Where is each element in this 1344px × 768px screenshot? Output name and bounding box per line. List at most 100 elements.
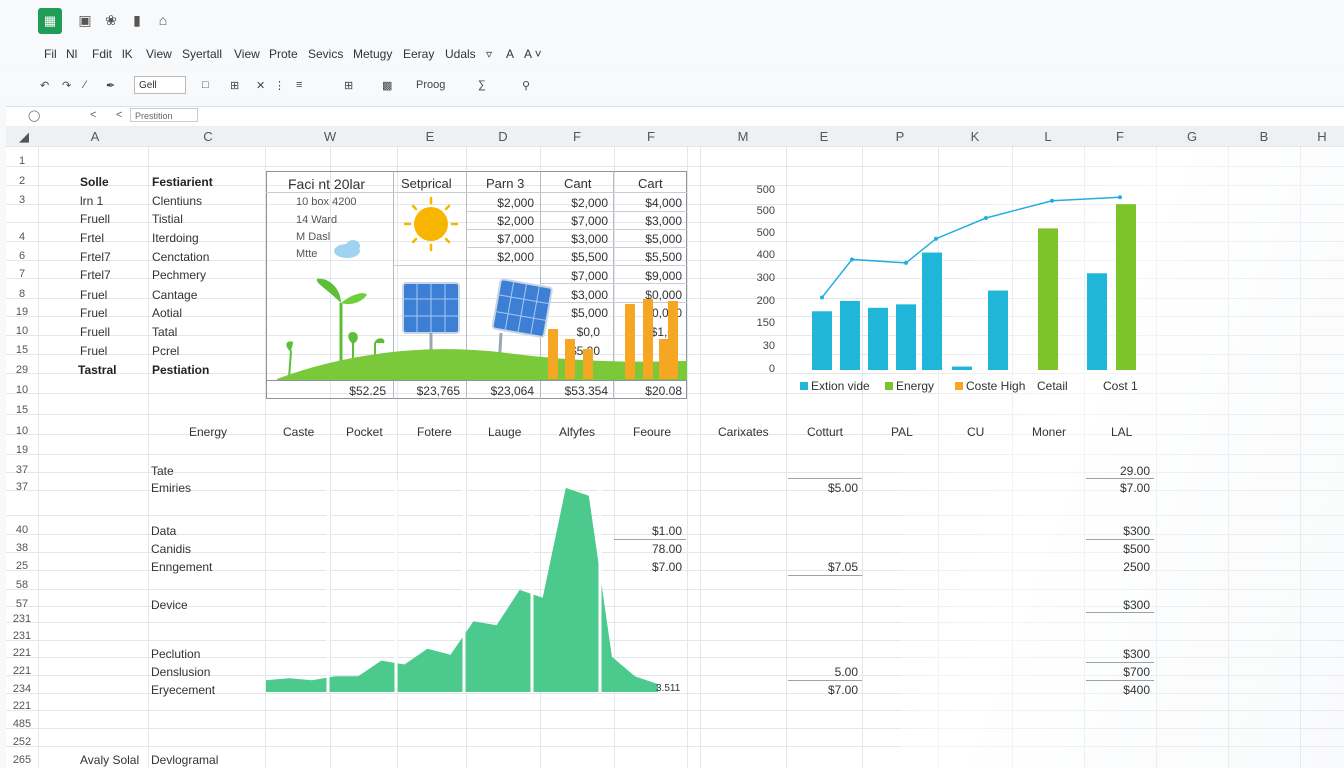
col-header-f2[interactable]: F [614,129,688,144]
cell-c-lower[interactable]: Enngement [151,560,212,574]
search-icon[interactable]: ⚲ [522,79,530,92]
cell-c-lower[interactable]: Peclution [151,647,200,661]
cell-c[interactable]: Tistial [152,212,183,226]
cell-value[interactable]: $5.00 [790,481,858,495]
collapse-icon[interactable]: < [90,109,96,121]
cell-c-footer[interactable]: Devlogramal [151,753,218,767]
total-value[interactable]: $20.08 [618,384,682,398]
row-header[interactable]: 221 [6,665,38,677]
copy-icon[interactable]: ▣ [76,11,94,29]
section-header[interactable]: Pocket [346,425,383,439]
cell-value[interactable]: 2500 [1086,560,1150,574]
undo-icon[interactable]: ↶ [40,79,49,92]
cell-c[interactable]: Pcrel [152,344,179,358]
cell-value[interactable]: $300 [1086,524,1150,538]
row-header[interactable]: 58 [6,579,38,591]
menu-prote[interactable]: Prote [269,47,298,61]
cell-a-footer[interactable]: Avaly Solal [80,753,139,767]
cell-c-lower[interactable]: Eryecement [151,683,215,697]
col-header-a[interactable]: A [40,129,150,144]
chart-icon[interactable]: ▩ [382,79,392,92]
cell-c[interactable]: Cantage [152,288,197,302]
cell-c-lower[interactable]: Tate [151,464,174,478]
col-header-e2[interactable]: E [786,129,862,144]
section-header[interactable]: CU [967,425,984,439]
cell-a[interactable]: Fruel [80,344,107,358]
cell-value[interactable]: $300 [1086,598,1150,612]
cell-value[interactable]: $7.00 [790,683,858,697]
menu-view-2[interactable]: View [234,47,260,61]
cell-value[interactable]: $7.00 [1086,481,1150,495]
section-header[interactable]: PAL [891,425,913,439]
row-header[interactable]: 10 [6,325,38,337]
cell-c[interactable]: Clentiuns [152,194,202,208]
cell-value[interactable]: $300 [1086,647,1150,661]
row-header[interactable]: 37 [6,481,38,493]
row-header[interactable]: 29 [6,364,38,376]
cell-a[interactable]: Fruel [80,288,107,302]
cell-a[interactable]: Frtel7 [80,268,111,282]
row-header[interactable]: 221 [6,647,38,659]
row-header[interactable]: 7 [6,268,38,280]
col-header-d[interactable]: D [466,129,540,144]
row-header[interactable]: 265 [6,754,38,766]
home-icon[interactable]: ⌂ [154,11,172,29]
col-header-h[interactable]: H [1300,129,1344,144]
row-header[interactable]: 4 [6,231,38,243]
row-header[interactable]: 19 [6,306,38,318]
section-header[interactable]: Lauge [488,425,521,439]
select-all-corner[interactable]: ◢ [10,129,38,145]
col-header-l[interactable]: L [1012,129,1084,144]
row-header[interactable]: 2 [6,175,38,187]
cell-value[interactable]: $1.00 [618,524,682,538]
col-header-p[interactable]: P [862,129,938,144]
row-header[interactable]: 15 [6,344,38,356]
row-header[interactable]: 37 [6,464,38,476]
cell-value[interactable]: 29.00 [1086,464,1150,478]
cell-value[interactable]: $500 [1086,542,1150,556]
box-header[interactable]: Parn 3 [486,176,524,191]
cell-c[interactable]: Iterdoing [152,231,199,245]
expand-icon[interactable]: < [116,109,122,121]
box-header[interactable]: Cart [638,176,663,191]
row-header[interactable]: 19 [6,444,38,456]
col-header-m[interactable]: M [700,129,786,144]
formula-input[interactable]: Prestition [130,108,198,122]
cell-c-total[interactable]: Pestiation [152,363,209,377]
row-header[interactable]: 10 [6,384,38,396]
box-header-title[interactable]: Faci nt 20lar [288,176,365,192]
menu-sevics[interactable]: Sevics [308,47,343,61]
cell-c-lower[interactable]: Data [151,524,176,538]
bookmark-icon[interactable]: ▮ [128,11,146,29]
row-header[interactable]: 25 [6,560,38,572]
menu-eeray[interactable]: Eeray [403,47,434,61]
cell-c-lower[interactable]: Device [151,598,188,612]
cell-reference-icon[interactable]: ◯ [28,109,40,122]
box-header[interactable]: Setprical [401,176,452,191]
cell-value[interactable]: 5.00 [790,665,858,679]
col-header-e[interactable]: E [394,129,466,144]
row-header[interactable]: 15 [6,404,38,416]
col-header-f[interactable]: F [540,129,614,144]
menu-edit[interactable]: Fdit [92,47,112,61]
cell-value[interactable]: $7.05 [790,560,858,574]
box-header[interactable]: Cant [564,176,591,191]
section-header[interactable]: Alfyfes [559,425,595,439]
menu-file[interactable]: Fil [44,47,57,61]
cell-c-lower[interactable]: Emiries [151,481,191,495]
menu-udals[interactable]: Udals [445,47,476,61]
border-icon[interactable]: □ [202,79,209,91]
cell-a2[interactable]: Solle [80,175,109,189]
paint-format-icon[interactable]: ⁄ [84,79,86,91]
text-color-icon[interactable]: A ˅ [524,47,542,61]
palette-icon[interactable]: ❀ [102,11,120,29]
cell-c-lower[interactable]: Canidis [151,542,191,556]
redo-icon[interactable]: ↷ [62,79,71,92]
total-value[interactable]: $23,765 [396,384,460,398]
cell-c[interactable]: Pechmery [152,268,206,282]
cell-a3[interactable]: lrn 1 [80,194,103,208]
align-icon[interactable]: ≡ [296,79,302,91]
row-header[interactable]: 231 [6,630,38,642]
col-header-w[interactable]: W [266,129,394,144]
row-header[interactable]: 38 [6,542,38,554]
